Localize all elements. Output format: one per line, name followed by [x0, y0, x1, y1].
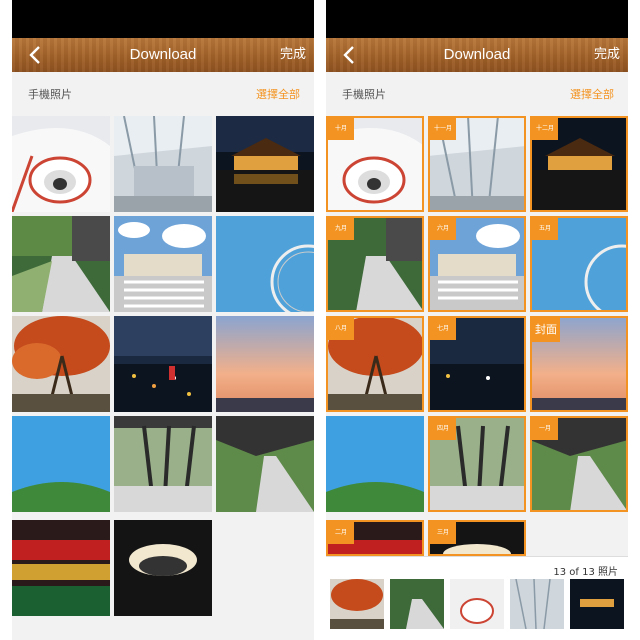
photo-green-hill[interactable] [326, 416, 424, 512]
top-header: Download 完成 [326, 38, 628, 72]
photo-green-hill[interactable] [12, 416, 110, 512]
photo-tree-walkway[interactable]: 九月 [326, 216, 424, 312]
photo-temple-night[interactable]: 十二月 [530, 116, 628, 212]
cover-badge: 封面 [532, 318, 560, 342]
status-bar [326, 0, 628, 38]
photo-ferris-wheel[interactable]: 五月 [530, 216, 628, 312]
month-badge: 三月 [430, 522, 456, 544]
thumbnail-glass-atrium[interactable] [510, 579, 564, 629]
photo-city-night[interactable] [114, 316, 212, 412]
album-bar: 手機照片 選擇全部 [12, 72, 314, 116]
photo-canopy-walkway[interactable] [216, 416, 314, 512]
select-all-button[interactable]: 選擇全部 [570, 86, 614, 102]
photo-canopy-walkway[interactable]: 一月 [530, 416, 628, 512]
photo-station-plaza[interactable]: 六月 [428, 216, 526, 312]
photo-sunset-sea[interactable] [216, 316, 314, 412]
photo-station-plaza[interactable] [114, 216, 212, 312]
photo-maple-tree[interactable]: 八月 [326, 316, 424, 412]
month-badge: 十二月 [532, 118, 558, 140]
done-button[interactable]: 完成 [280, 38, 306, 72]
month-badge: 一月 [532, 418, 558, 440]
album-label: 手機照片 [28, 88, 72, 101]
selected-thumbnails [330, 579, 624, 629]
photo-tree-hall[interactable]: 四月 [428, 416, 526, 512]
selection-count: 13 of 13 照片 [553, 567, 618, 578]
selection-tray: 13 of 13 照片 [326, 556, 628, 640]
thumbnail-temple-night[interactable] [570, 579, 624, 629]
done-button[interactable]: 完成 [594, 38, 620, 72]
photo-temple-night[interactable] [216, 116, 314, 212]
photo-round-skylight[interactable]: 三月 [428, 520, 526, 556]
month-badge: 九月 [328, 218, 354, 240]
page-title: Download [129, 46, 197, 63]
month-badge: 八月 [328, 318, 354, 340]
photo-round-skylight[interactable] [114, 520, 212, 616]
photo-sunset-sea[interactable]: 封面 [530, 316, 628, 412]
photo-maple-tree[interactable] [12, 316, 110, 412]
page-title: Download [443, 46, 511, 63]
photo-spiral-staircase[interactable]: 十月 [326, 116, 424, 212]
photo-night-market[interactable]: 二月 [326, 520, 424, 556]
photo-night-market[interactable] [12, 520, 110, 616]
album-bar: 手機照片 選擇全部 [326, 72, 628, 116]
month-badge: 四月 [430, 418, 456, 440]
top-header: Download 完成 [12, 38, 314, 72]
photo-city-night[interactable]: 七月 [428, 316, 526, 412]
select-all-button[interactable]: 選擇全部 [256, 86, 300, 102]
photo-glass-atrium[interactable]: 十一月 [428, 116, 526, 212]
month-badge: 二月 [328, 522, 354, 544]
photo-tree-hall[interactable] [114, 416, 212, 512]
photo-ferris-wheel[interactable] [216, 216, 314, 312]
thumbnail-maple-tree[interactable] [330, 579, 384, 629]
right-screen: Download 完成 手機照片 選擇全部 十月 十一月 十二月 九月 六月 五… [326, 0, 628, 640]
left-screen: Download 完成 手機照片 選擇全部 [12, 0, 314, 640]
thumbnail-spiral-staircase[interactable] [450, 579, 504, 629]
album-label: 手機照片 [342, 88, 386, 101]
photo-glass-atrium[interactable] [114, 116, 212, 212]
month-badge: 十一月 [430, 118, 456, 140]
photo-spiral-staircase[interactable] [12, 116, 110, 212]
month-badge: 七月 [430, 318, 456, 340]
month-badge: 十月 [328, 118, 354, 140]
thumbnail-tree-walkway[interactable] [390, 579, 444, 629]
month-badge: 五月 [532, 218, 558, 240]
month-badge: 六月 [430, 218, 456, 240]
photo-tree-walkway[interactable] [12, 216, 110, 312]
status-bar [12, 0, 314, 38]
